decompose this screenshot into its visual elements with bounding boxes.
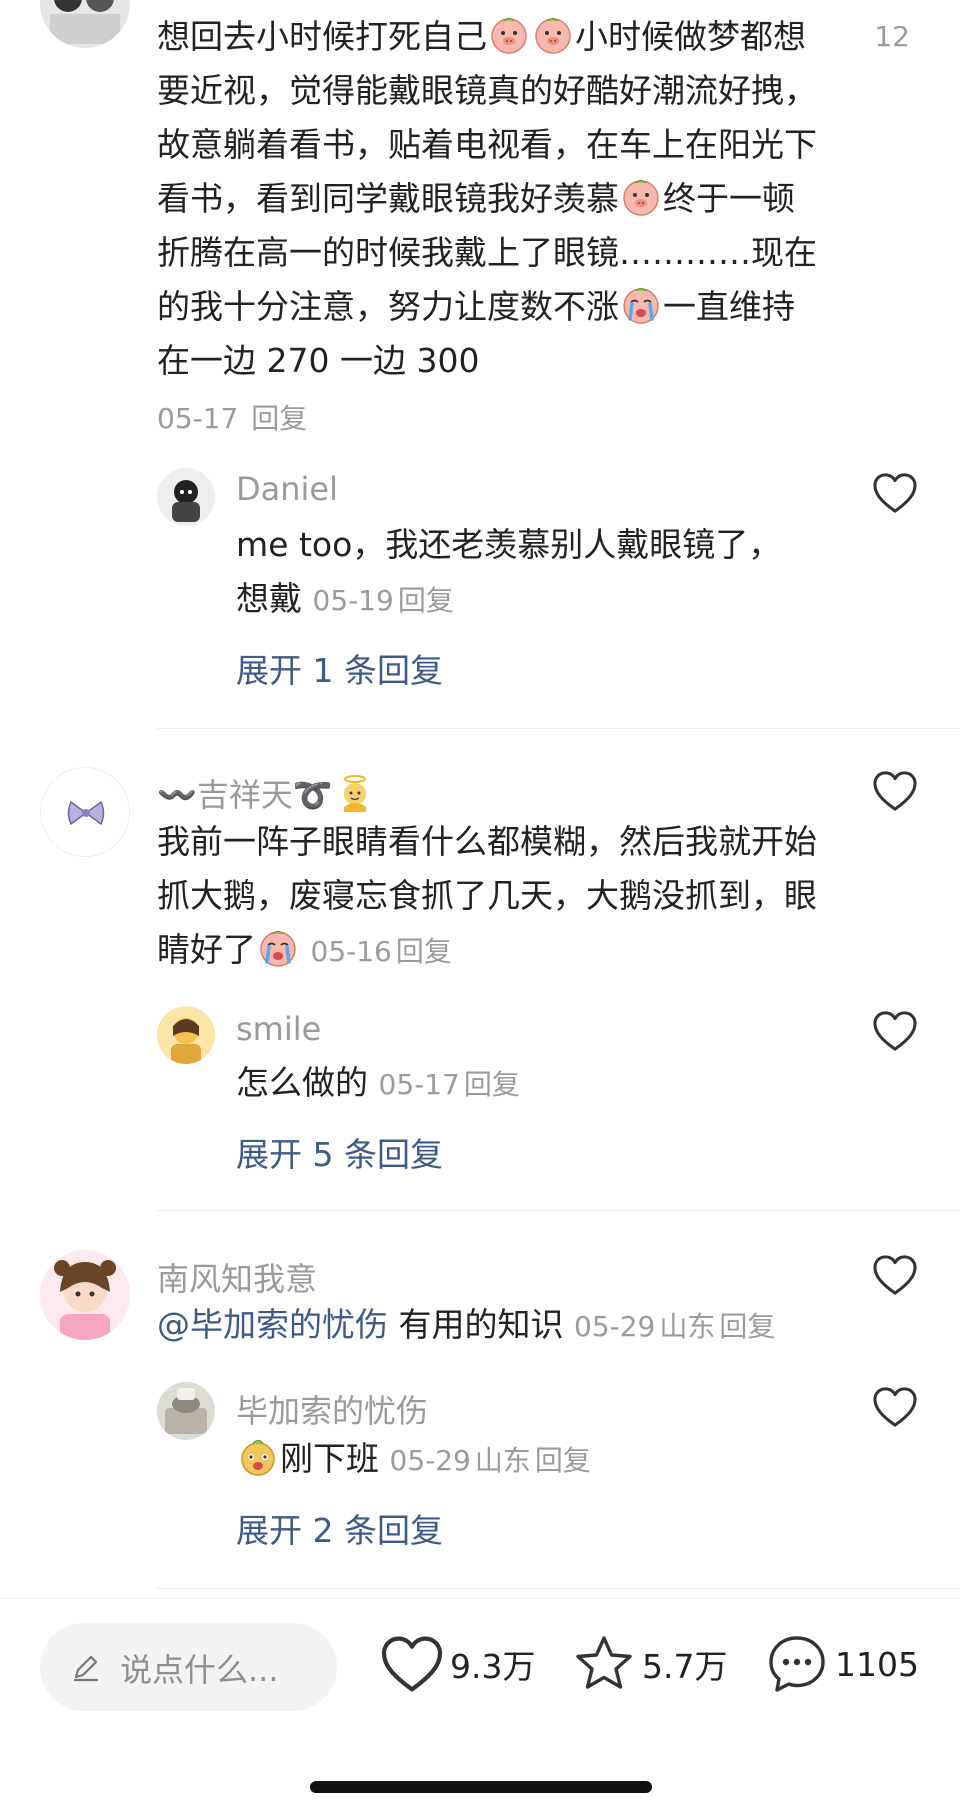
avatar[interactable] <box>157 468 215 526</box>
expand-replies-button[interactable]: 展开 1 条回复 <box>236 644 443 692</box>
reply-user-name[interactable]: 毕加索的忧伤 <box>236 1386 428 1432</box>
reply-button[interactable]: 回复 <box>535 1444 591 1477</box>
reply-date: 05-17 <box>378 1068 460 1101</box>
comment-user-name[interactable]: 〰️吉祥天➰ <box>157 770 377 816</box>
like-heart-icon[interactable] <box>872 1010 918 1052</box>
like-heart-icon[interactable] <box>872 1386 918 1428</box>
comment-text: 想回去小时候打死自己 小时候做梦都想要近视，觉得能戴眼镜真的好酷好潮流好拽，故意躺… <box>157 15 817 380</box>
comment-location: 山东 <box>659 1310 716 1343</box>
avatar[interactable] <box>40 0 130 48</box>
avatar[interactable] <box>157 1006 215 1064</box>
reply-text: 刚下班 05-29 山东 回复 <box>236 1432 856 1488</box>
comment-input-placeholder: 说点什么... <box>120 1651 279 1689</box>
crying-face-icon <box>621 285 661 325</box>
reply-location: 山东 <box>474 1444 531 1477</box>
pig-face-icon <box>489 15 529 55</box>
expand-replies-button[interactable]: 展开 2 条回复 <box>236 1504 443 1552</box>
mention-link[interactable]: @毕加索的忧伤 <box>157 1305 388 1344</box>
like-button[interactable]: 9.3万 <box>380 1629 535 1699</box>
reply-button[interactable]: 回复 <box>464 1068 520 1101</box>
like-count[interactable]: 12 <box>874 20 910 53</box>
reply-button[interactable]: 回复 <box>398 584 454 617</box>
reply-button[interactable]: 回复 <box>396 935 452 968</box>
reply-user-name[interactable]: smile <box>236 1010 321 1048</box>
bottom-action-bar: 说点什么... 9.3万 5.7万 1105 <box>0 1598 960 1811</box>
comment-total: 1105 <box>835 1644 919 1684</box>
reply-text: me too，我还老羡慕别人戴眼镜了，想戴 05-19 回复 <box>236 525 782 618</box>
comment-text: @毕加索的忧伤 有用的知识 05-29 山东 回复 <box>157 1305 776 1344</box>
star-icon <box>576 1636 632 1689</box>
comment-date: 05-16 <box>310 935 392 968</box>
pig-face-icon <box>621 177 661 217</box>
divider <box>157 728 960 729</box>
avatar[interactable] <box>40 1250 130 1340</box>
favorite-total: 5.7万 <box>642 1647 728 1686</box>
comment-feed[interactable]: 想回去小时候打死自己 小时候做梦都想要近视，觉得能戴眼镜真的好酷好潮流好拽，故意躺… <box>0 0 960 1598</box>
comment-text: 我前一阵子眼睛看什么都模糊，然后我就开始抓大鹅，废寝忘食抓了几天，大鹅没抓到，眼… <box>157 822 817 969</box>
comment-date: 05-17 <box>157 402 239 435</box>
avatar[interactable] <box>157 1382 215 1440</box>
reply-button[interactable]: 回复 <box>251 402 307 435</box>
chat-bubble-icon <box>769 1636 825 1692</box>
reply-date: 05-29 <box>389 1444 471 1477</box>
home-indicator[interactable] <box>310 1781 652 1793</box>
reply-user-name[interactable]: Daniel <box>236 470 338 508</box>
pig-face-icon <box>533 15 573 55</box>
reply-date: 05-19 <box>312 584 394 617</box>
like-total: 9.3万 <box>450 1647 536 1686</box>
comment-date: 05-29 <box>574 1310 656 1343</box>
comments-button[interactable]: 1105 <box>765 1629 919 1699</box>
heart-icon <box>380 1632 444 1696</box>
like-heart-icon[interactable] <box>872 1254 918 1296</box>
like-heart-icon[interactable] <box>872 770 918 812</box>
divider <box>157 1588 960 1589</box>
pencil-icon <box>73 1655 99 1682</box>
divider <box>157 1210 960 1211</box>
comment-meta: 05-17 回复 <box>157 397 311 437</box>
dog-face-icon <box>238 1437 278 1477</box>
comment-user-name[interactable]: 南风知我意 <box>157 1254 317 1300</box>
like-heart-icon[interactable] <box>872 472 918 514</box>
reply-text: 怎么做的 05-17 回复 <box>236 1063 520 1102</box>
avatar[interactable] <box>40 767 130 857</box>
crying-face-icon <box>258 928 298 968</box>
angel-icon <box>335 773 375 813</box>
expand-replies-button[interactable]: 展开 5 条回复 <box>236 1128 443 1176</box>
comment-input[interactable]: 说点什么... <box>40 1623 337 1711</box>
reply-button[interactable]: 回复 <box>719 1310 775 1343</box>
favorite-button[interactable]: 5.7万 <box>572 1629 727 1699</box>
